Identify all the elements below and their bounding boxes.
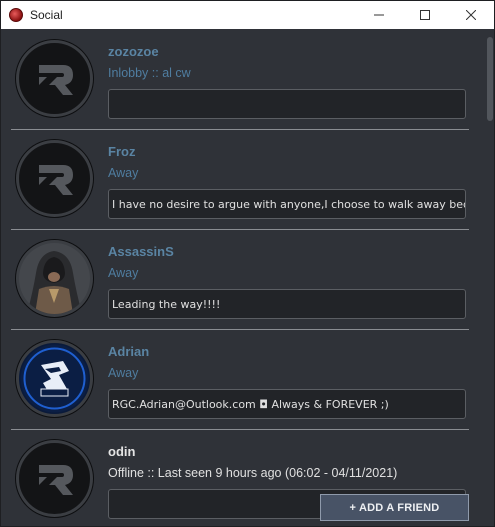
app-icon	[9, 8, 23, 22]
maximize-button[interactable]	[402, 1, 448, 29]
avatar[interactable]	[16, 340, 93, 417]
friend-name: Froz	[108, 144, 136, 159]
avatar[interactable]	[16, 140, 93, 217]
social-window: Social zozozoe Inlobby :: al cw Froz Awa…	[0, 0, 495, 527]
status-message-text: I have no desire to argue with anyone,I …	[112, 198, 466, 211]
friend-item[interactable]: Adrian Away RGC.Adrian@Outlook.com ◘ Alw…	[1, 329, 482, 429]
friend-name: odin	[108, 444, 136, 459]
friend-status: Away	[108, 366, 139, 380]
status-message-text: RGC.Adrian@Outlook.com ◘ Always & FOREVE…	[112, 398, 389, 411]
minimize-button[interactable]	[356, 1, 402, 29]
friend-status: Inlobby :: al cw	[108, 66, 191, 80]
friend-name: zozozoe	[108, 44, 159, 59]
window-controls	[356, 1, 494, 29]
close-button[interactable]	[448, 1, 494, 29]
friend-item[interactable]: zozozoe Inlobby :: al cw	[1, 29, 482, 129]
maximize-icon	[420, 10, 430, 20]
window-title: Social	[30, 8, 63, 22]
hooded-assassin-avatar	[19, 243, 90, 314]
status-message-field	[108, 89, 466, 119]
r-logo-icon	[38, 64, 73, 95]
r-logo-icon	[38, 464, 73, 495]
avatar[interactable]	[16, 240, 93, 317]
scrollbar[interactable]	[484, 29, 494, 526]
friend-status: Away	[108, 166, 139, 180]
status-message-text: Leading the way!!!!	[112, 298, 221, 311]
friend-item[interactable]: AssassinS Away Leading the way!!!!	[1, 229, 482, 329]
avatar[interactable]	[16, 440, 93, 517]
friend-item[interactable]: Froz Away I have no desire to argue with…	[1, 129, 482, 229]
scrollbar-thumb[interactable]	[487, 37, 493, 121]
add-friend-button[interactable]: + ADD A FRIEND	[320, 494, 469, 521]
title-bar[interactable]: Social	[1, 1, 494, 29]
close-icon	[466, 10, 476, 20]
r-logo-icon	[38, 164, 73, 195]
friends-list[interactable]: zozozoe Inlobby :: al cw Froz Away I hav…	[1, 29, 494, 526]
avatar[interactable]	[16, 40, 93, 117]
friend-status: Offline :: Last seen 9 hours ago (06:02 …	[108, 466, 398, 480]
status-message-field: I have no desire to argue with anyone,I …	[108, 189, 466, 219]
status-message-field: RGC.Adrian@Outlook.com ◘ Always & FOREVE…	[108, 389, 466, 419]
friend-name: Adrian	[108, 344, 150, 359]
friend-name: AssassinS	[108, 244, 174, 259]
minimize-icon	[374, 14, 384, 16]
adrian-logo-avatar	[20, 344, 89, 413]
status-message-field: Leading the way!!!!	[108, 289, 466, 319]
friend-status: Away	[108, 266, 139, 280]
